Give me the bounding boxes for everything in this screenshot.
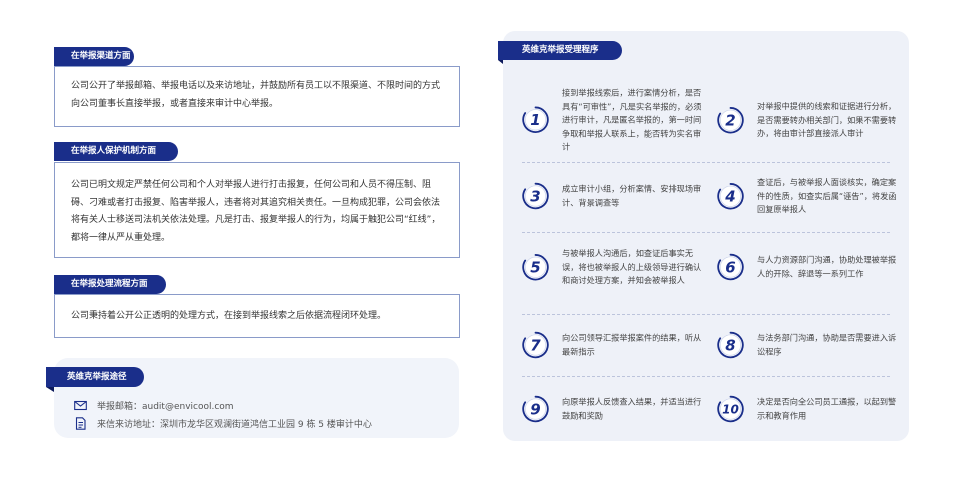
step-number-badge: 10 (717, 395, 744, 423)
step-text: 与法务部门沟通，协助是否需要进入诉讼程序 (757, 332, 897, 357)
step-text: 向公司领导汇报举报案件的结果，听从最新指示 (562, 332, 702, 357)
step-number-badge: 6 (717, 253, 744, 281)
step-text: 成立审计小组，分析案情、安排现场审计、背景调查等 (562, 183, 702, 208)
step-number: 6 (725, 258, 735, 276)
mail-icon (74, 399, 87, 412)
step-number-badge: 5 (522, 253, 549, 281)
procedure-step: 5 与被举报人沟通后，如查证后事实无误，将也被举报人的上级领导进行确认和商讨处理方… (522, 247, 707, 288)
step-number-badge: 7 (522, 331, 549, 359)
channels-title: 在举报渠道方面 (54, 47, 134, 66)
step-number: 7 (530, 336, 541, 354)
contact-email-row: 举报邮箱：audit@envicool.com (74, 399, 234, 412)
divider (522, 162, 890, 163)
step-text: 查证后，与被举报人面谈核实，确定案件的性质，如查实后属“诬告”，将发函回复原举报… (757, 176, 897, 214)
step-number-badge: 3 (522, 182, 549, 210)
step-number: 5 (530, 258, 540, 276)
step-text: 决定是否向全公司员工通报，以起到警示和教育作用 (757, 396, 897, 421)
tab-fold (498, 60, 503, 64)
procedure-step: 7 向公司领导汇报举报案件的结果，听从最新指示 (522, 331, 707, 359)
contact-address: 来信来访地址：深圳市龙华区观澜街道鸿信工业园 9 栋 5 楼审计中心 (97, 420, 372, 430)
step-number: 10 (722, 402, 739, 416)
step-number: 4 (724, 187, 735, 205)
procedure-step: 9 向原举报人反馈查入结果，并适当进行鼓励和奖励 (522, 395, 707, 423)
divider (522, 376, 890, 377)
procedure-step: 10 决定是否向全公司员工通报，以起到警示和教育作用 (717, 395, 902, 423)
step-number: 2 (725, 111, 735, 129)
step-text: 接到举报线索后，进行案情分析，是否具有“可审性”，凡是实名举报的，必须进行审计，… (562, 87, 702, 152)
step-text: 与人力资源部门沟通，协助处理被举报人的开除、辞退等一系列工作 (757, 254, 897, 279)
step-number: 9 (530, 400, 540, 418)
procedure-step: 4 查证后，与被举报人面谈核实，确定案件的性质，如查实后属“诬告”，将发函回复原举… (717, 176, 902, 217)
step-number-badge: 4 (717, 182, 744, 210)
procedure-title-tab: 英维克举报受理程序 (498, 41, 622, 64)
step-number: 3 (530, 187, 540, 205)
process-aspect-box: 公司秉持着公开公正透明的处理方式，在接到举报线索之后依据流程闭环处理。 (54, 294, 460, 338)
procedure-step: 1 接到举报线索后，进行案情分析，是否具有“可审性”，凡是实名举报的，必须进行审计… (522, 86, 707, 154)
step-number-badge: 8 (717, 331, 744, 359)
channels-text: 公司公开了举报邮箱、举报电话以及来访地址，并鼓励所有员工以不限渠道、不限时间的方… (71, 81, 441, 109)
step-number: 8 (725, 336, 735, 354)
process-aspect-title: 在举报处理流程方面 (54, 275, 166, 294)
step-text: 与被举报人沟通后，如查证后事实无误，将也被举报人的上级领导进行确认和商讨处理方案… (562, 247, 702, 285)
procedure-step: 6 与人力资源部门沟通，协助处理被举报人的开除、辞退等一系列工作 (717, 253, 902, 281)
step-number-badge: 9 (522, 395, 549, 423)
procedure-step: 2 对举报中提供的线索和证据进行分析，是否需要转办相关部门，如果不需要转办，将由审… (717, 100, 902, 141)
divider (522, 314, 890, 315)
protection-title: 在举报人保护机制方面 (54, 142, 178, 161)
procedure-title: 英维克举报受理程序 (522, 45, 599, 55)
channels-box: 公司公开了举报邮箱、举报电话以及来访地址，并鼓励所有员工以不限渠道、不限时间的方… (54, 66, 460, 127)
contact-address-row: 来信来访地址：深圳市龙华区观澜街道鸿信工业园 9 栋 5 楼审计中心 (74, 417, 372, 430)
procedure-step: 8 与法务部门沟通，协助是否需要进入诉讼程序 (717, 331, 902, 359)
contact-title: 英维克举报途径 (67, 372, 127, 382)
step-number-badge: 2 (717, 106, 744, 134)
procedure-step: 3 成立审计小组，分析案情、安排现场审计、背景调查等 (522, 182, 707, 210)
step-number-badge: 1 (522, 106, 549, 134)
tab-fold (46, 387, 54, 392)
protection-box: 公司已明文规定严禁任何公司和个人对举报人进行打击报复，任何公司和人员不得压制、阻… (54, 162, 460, 258)
step-text: 向原举报人反馈查入结果，并适当进行鼓励和奖励 (562, 396, 702, 421)
contact-title-tab: 英维克举报途径 (46, 367, 144, 392)
contact-email[interactable]: 举报邮箱：audit@envicool.com (97, 399, 234, 412)
step-text: 对举报中提供的线索和证据进行分析，是否需要转办相关部门，如果不需要转办，将由审计… (757, 100, 897, 138)
process-aspect-text: 公司秉持着公开公正透明的处理方式，在接到举报线索之后依据流程闭环处理。 (71, 311, 387, 321)
step-number: 1 (530, 111, 540, 129)
divider (522, 232, 890, 233)
protection-text: 公司已明文规定严禁任何公司和个人对举报人进行打击报复，任何公司和人员不得压制、阻… (71, 180, 441, 243)
document-icon (74, 417, 87, 430)
